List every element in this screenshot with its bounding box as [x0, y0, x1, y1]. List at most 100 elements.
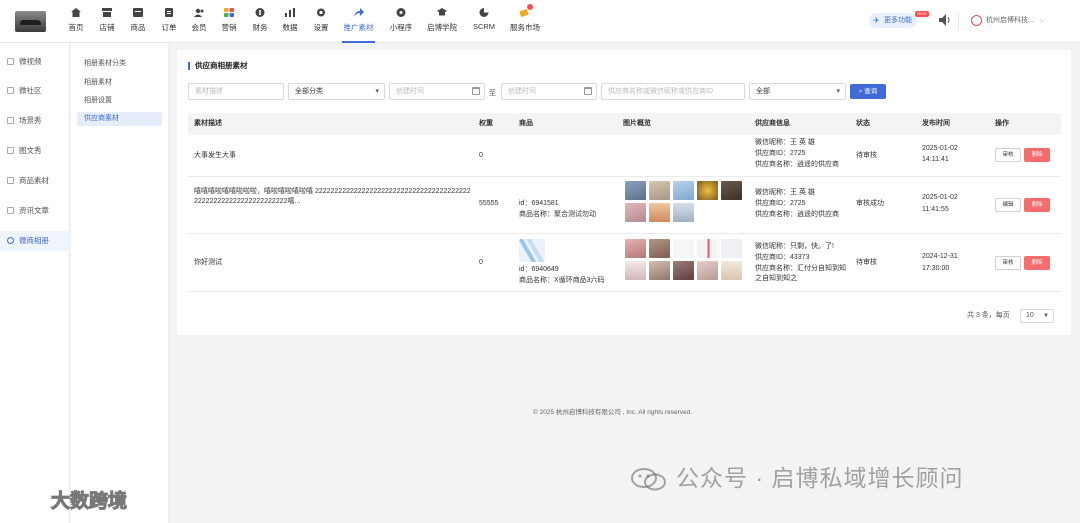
image-thumbnail[interactable] — [673, 239, 694, 258]
company-switcher[interactable]: 杭州启博科技... ⌵ — [971, 14, 1045, 28]
start-date-picker[interactable]: 创建时间 — [389, 83, 485, 100]
store-icon — [102, 8, 112, 17]
member-icon — [194, 8, 204, 17]
image-thumbnail[interactable] — [721, 239, 742, 258]
image-thumbnail[interactable] — [673, 181, 694, 200]
video-icon — [7, 58, 14, 65]
material-description: 大事发生大事 — [194, 152, 236, 159]
sidebar-item-goods-material[interactable]: 商品素材 — [0, 171, 70, 191]
pagination-summary: 共 3 条，每页 — [967, 312, 1010, 319]
publish-date: 2025-01-02 — [922, 145, 958, 152]
image-overview — [625, 239, 742, 280]
nav-item-settings[interactable]: 设置 — [313, 0, 329, 43]
nav-label: 设置 — [313, 23, 329, 32]
settings-icon — [317, 8, 325, 17]
delete-button[interactable]: 删除 — [1024, 148, 1050, 162]
nav-label: 店铺 — [99, 23, 115, 32]
image-thumbnail[interactable] — [697, 181, 718, 200]
column-header: 发布时间 — [922, 120, 950, 127]
nav-item-promotion[interactable]: 推广素材 — [342, 0, 375, 43]
image-thumbnail[interactable] — [697, 261, 718, 280]
speaker-icon[interactable] — [939, 14, 950, 26]
sidebar-item-scene-show[interactable]: 场景秀 — [0, 111, 70, 131]
image-thumbnail[interactable] — [673, 203, 694, 222]
goods-icon — [133, 8, 143, 17]
sidebar-item-community[interactable]: 微社区 — [0, 81, 70, 101]
nav-item-member[interactable]: 会员 — [191, 0, 207, 43]
column-header: 权重 — [479, 120, 493, 127]
search-button-label: 查询 — [864, 88, 878, 95]
subnav-item-album-material[interactable]: 相册素材 — [77, 76, 162, 90]
nav-item-finance[interactable]: 财务 — [252, 0, 268, 43]
supplier-name: 供应商名称：逍遥的供应商 — [755, 161, 839, 168]
image-thumbnail[interactable] — [625, 203, 646, 222]
publish-date: 2025-01-02 — [922, 194, 958, 201]
supplier-nickname: 微信昵称：王 英 雄 — [755, 189, 815, 196]
nav-label: 小程序 — [389, 23, 413, 32]
edit-button[interactable]: 编辑 — [995, 198, 1021, 212]
sidebar-item-articles[interactable]: 资讯文章 — [0, 201, 70, 221]
sidebar-item-micro-video[interactable]: 微视频 — [0, 52, 70, 72]
supplier-search-input[interactable] — [601, 83, 745, 100]
status-select[interactable]: 全部 ▾ — [749, 83, 846, 100]
column-header: 操作 — [995, 120, 1009, 127]
more-features-button[interactable]: ✈ 更多功能 — [869, 13, 917, 28]
category-select[interactable]: 全部分类 ▾ — [288, 83, 385, 100]
nav-label: SCRM — [472, 22, 496, 31]
wechat-icon — [631, 468, 666, 491]
supplier-name: 供应商名称：逍遥的供应商 — [755, 211, 839, 218]
publish-time: 14:11:41 — [922, 156, 949, 163]
product-image — [519, 239, 545, 262]
brand-logo-icon — [8, 493, 46, 512]
top-navigation-bar: 首页 店铺 商品 订单 会员 营销 财务 数据 设置 推广素材 小程序 启博学院… — [0, 0, 1080, 43]
image-thumbnail[interactable] — [625, 181, 646, 200]
image-thumbnail[interactable] — [649, 239, 670, 258]
date-range-separator: 至 — [489, 90, 496, 97]
image-thumbnail[interactable] — [625, 239, 646, 258]
audit-button[interactable]: 审核 — [995, 256, 1021, 270]
subnav-item-supplier-material[interactable]: 供应商素材 — [77, 112, 162, 126]
image-thumbnail[interactable] — [649, 203, 670, 222]
image-thumbnail[interactable] — [721, 261, 742, 280]
sidebar-item-album[interactable]: 微商相册 — [0, 231, 70, 251]
image-thumbnail[interactable] — [697, 239, 718, 258]
nav-item-home[interactable]: 首页 — [68, 0, 84, 43]
home-icon — [71, 8, 81, 17]
delete-button[interactable]: 删除 — [1024, 256, 1050, 270]
notification-badge — [527, 4, 533, 10]
page-size-select[interactable]: 10 ▼ — [1020, 309, 1054, 323]
nav-item-data[interactable]: 数据 — [282, 0, 298, 43]
subnav-item-album-settings[interactable]: 相册设置 — [77, 94, 162, 108]
order-icon — [165, 8, 173, 17]
store-logo[interactable] — [15, 11, 46, 32]
image-thumbnail[interactable] — [649, 261, 670, 280]
nav-item-miniprogram[interactable]: 小程序 — [389, 0, 413, 43]
material-weight: 0 — [479, 259, 483, 266]
nav-item-store[interactable]: 店铺 — [99, 0, 115, 43]
subnav-item-album-category[interactable]: 相册素材分类 — [77, 57, 162, 71]
column-header: 商品 — [519, 120, 533, 127]
search-button[interactable]: ⌕ 查询 — [850, 84, 886, 99]
image-thumbnail[interactable] — [673, 261, 694, 280]
nav-item-service-market[interactable]: 服务市场 — [509, 0, 541, 43]
image-thumbnail[interactable] — [625, 261, 646, 280]
nav-item-goods[interactable]: 商品 — [130, 0, 146, 43]
sidebar-item-label: 微商相册 — [19, 236, 49, 245]
nav-item-marketing[interactable]: 营销 — [221, 0, 237, 43]
image-overview — [625, 181, 742, 222]
column-header: 供应商信息 — [755, 120, 790, 127]
nav-item-scrm[interactable]: SCRM — [472, 0, 496, 43]
status-text: 待审核 — [856, 152, 877, 159]
image-thumbnail[interactable] — [649, 181, 670, 200]
image-thumbnail[interactable] — [721, 181, 742, 200]
supplier-id: 供应商ID：43373 — [755, 254, 810, 261]
end-date-picker[interactable]: 创建时间 — [501, 83, 597, 100]
nav-item-order[interactable]: 订单 — [161, 0, 177, 43]
audit-button[interactable]: 审核 — [995, 148, 1021, 162]
nav-item-academy[interactable]: 启博学院 — [426, 0, 458, 43]
supplier-id: 供应商ID：2725 — [755, 200, 806, 207]
more-features-label: 更多功能 — [884, 17, 912, 24]
delete-button[interactable]: 删除 — [1024, 198, 1050, 212]
sidebar-item-image-text[interactable]: 图文秀 — [0, 141, 70, 161]
desc-search-input[interactable] — [188, 83, 284, 100]
